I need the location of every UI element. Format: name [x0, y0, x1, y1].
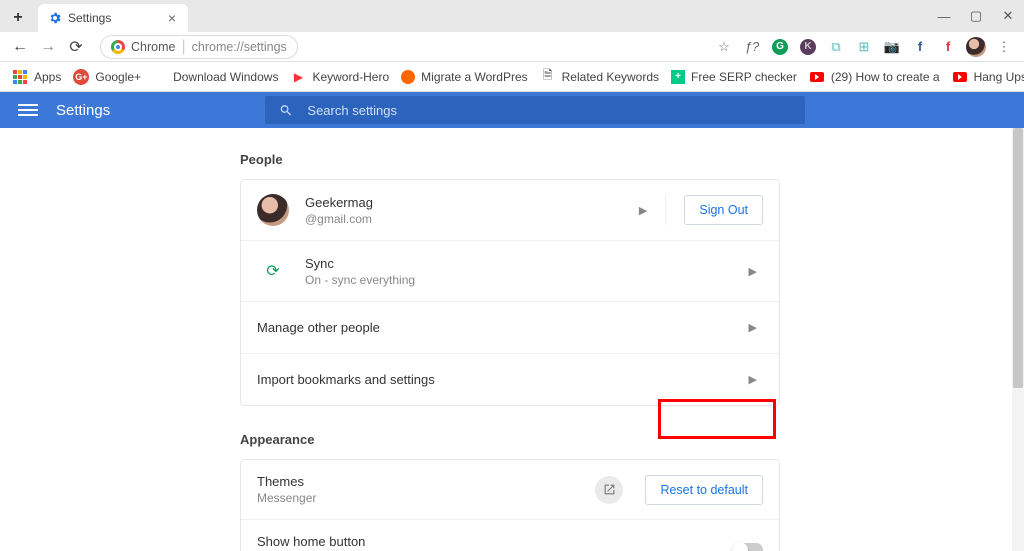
bookmarks-bar: Apps G+ Google+ Download Windows ▶ Keywo… [0, 62, 1024, 92]
browser-tab[interactable]: Settings × [38, 4, 188, 32]
ext-g-icon[interactable]: G [769, 36, 791, 58]
ext-k-icon[interactable]: K [797, 36, 819, 58]
sync-title: Sync [305, 256, 743, 271]
youtube-icon [952, 69, 968, 85]
url-text: chrome://settings [192, 40, 287, 54]
apps-icon [12, 69, 28, 85]
forward-button[interactable]: → [36, 35, 60, 59]
back-button[interactable]: ← [8, 35, 32, 59]
reset-theme-button[interactable]: Reset to default [645, 475, 763, 505]
youtube-icon [809, 69, 825, 85]
ext-f-icon[interactable]: ƒ? [741, 36, 763, 58]
search-box[interactable] [265, 96, 805, 124]
chevron-right-icon: ▶ [743, 373, 763, 386]
appearance-card: Themes Messenger Reset to default Show h… [240, 459, 780, 551]
ext-fb2-icon[interactable]: f [937, 36, 959, 58]
chevron-right-icon: ▶ [743, 321, 763, 334]
bookmark-win[interactable]: Download Windows [147, 62, 284, 91]
wp-icon [401, 70, 415, 84]
account-row[interactable]: Geekermag @gmail.com ▶ Sign Out [241, 180, 779, 240]
sync-icon: ⟳ [257, 255, 289, 287]
chrome-icon [111, 40, 125, 54]
home-button-toggle[interactable] [733, 543, 763, 551]
home-button-row[interactable]: Show home button Disabled [241, 519, 779, 551]
sync-row[interactable]: ⟳ Sync On - sync everything ▶ [241, 240, 779, 301]
section-appearance-title: Appearance [240, 432, 780, 447]
bookmark-yt2[interactable]: Hang Ups (Want You [946, 62, 1024, 91]
browser-titlebar: + Settings × — ▢ ✕ [0, 0, 1024, 32]
chevron-right-icon: ▶ [743, 265, 763, 278]
new-tab-button[interactable]: + [4, 4, 32, 32]
close-button[interactable]: ✕ [992, 0, 1024, 32]
bookmark-kh[interactable]: ▶ Keyword-Hero [284, 62, 395, 91]
ext-grid-icon[interactable]: ⊞ [853, 36, 875, 58]
search-input[interactable] [307, 103, 805, 118]
profile-avatar[interactable] [965, 36, 987, 58]
ext-fb-icon[interactable]: f [909, 36, 931, 58]
window-controls: — ▢ ✕ [928, 0, 1024, 32]
account-email: @gmail.com [305, 212, 633, 226]
ext-clip-icon[interactable]: ⧉ [825, 36, 847, 58]
manage-people-row[interactable]: Manage other people ▶ [241, 301, 779, 353]
sign-out-button[interactable]: Sign Out [684, 195, 763, 225]
avatar-icon [257, 194, 289, 226]
scrollbar[interactable] [1012, 128, 1024, 551]
bookmark-yt1[interactable]: (29) How to create a [803, 62, 946, 91]
sync-sub: On - sync everything [305, 273, 743, 287]
open-external-icon[interactable] [595, 476, 623, 504]
bookmark-serp[interactable]: + Free SERP checker [665, 62, 803, 91]
star-icon[interactable]: ☆ [713, 36, 735, 58]
close-icon[interactable]: × [166, 10, 178, 26]
reload-button[interactable]: ⟳ [64, 35, 88, 59]
menu-icon[interactable]: ⋮ [993, 36, 1015, 58]
import-bookmarks-row[interactable]: Import bookmarks and settings ▶ [241, 353, 779, 405]
minimize-button[interactable]: — [928, 0, 960, 32]
bookmark-apps[interactable]: Apps [6, 62, 67, 91]
doc-icon: 🗎 [540, 69, 556, 85]
omnibox[interactable]: Chrome | chrome://settings [100, 35, 298, 59]
chevron-right-icon: ▶ [633, 204, 653, 217]
settings-content: People Geekermag @gmail.com ▶ Sign Out ⟳… [0, 128, 1024, 551]
ext-camera-icon[interactable]: 📷 [881, 36, 903, 58]
address-bar: ← → ⟳ Chrome | chrome://settings ☆ ƒ? G … [0, 32, 1024, 62]
windows-icon [153, 70, 167, 84]
tab-title: Settings [68, 11, 111, 25]
hamburger-icon[interactable] [18, 100, 38, 120]
themes-row[interactable]: Themes Messenger Reset to default [241, 460, 779, 519]
section-people-title: People [240, 152, 780, 167]
people-card: Geekermag @gmail.com ▶ Sign Out ⟳ Sync O… [240, 179, 780, 406]
account-name: Geekermag [305, 195, 633, 210]
site-label: Chrome [131, 40, 175, 54]
bookmark-wp[interactable]: Migrate a WordPres [395, 62, 533, 91]
kh-icon: ▶ [290, 69, 306, 85]
maximize-button[interactable]: ▢ [960, 0, 992, 32]
page-title: Settings [56, 102, 110, 119]
gplus-icon: G+ [73, 69, 89, 85]
bookmark-gplus[interactable]: G+ Google+ [67, 62, 147, 91]
bookmark-doc[interactable]: 🗎 Related Keywords [534, 62, 665, 91]
search-icon [279, 103, 293, 118]
serp-icon: + [671, 70, 685, 84]
gear-icon [48, 11, 62, 25]
settings-header: Settings [0, 92, 1024, 128]
